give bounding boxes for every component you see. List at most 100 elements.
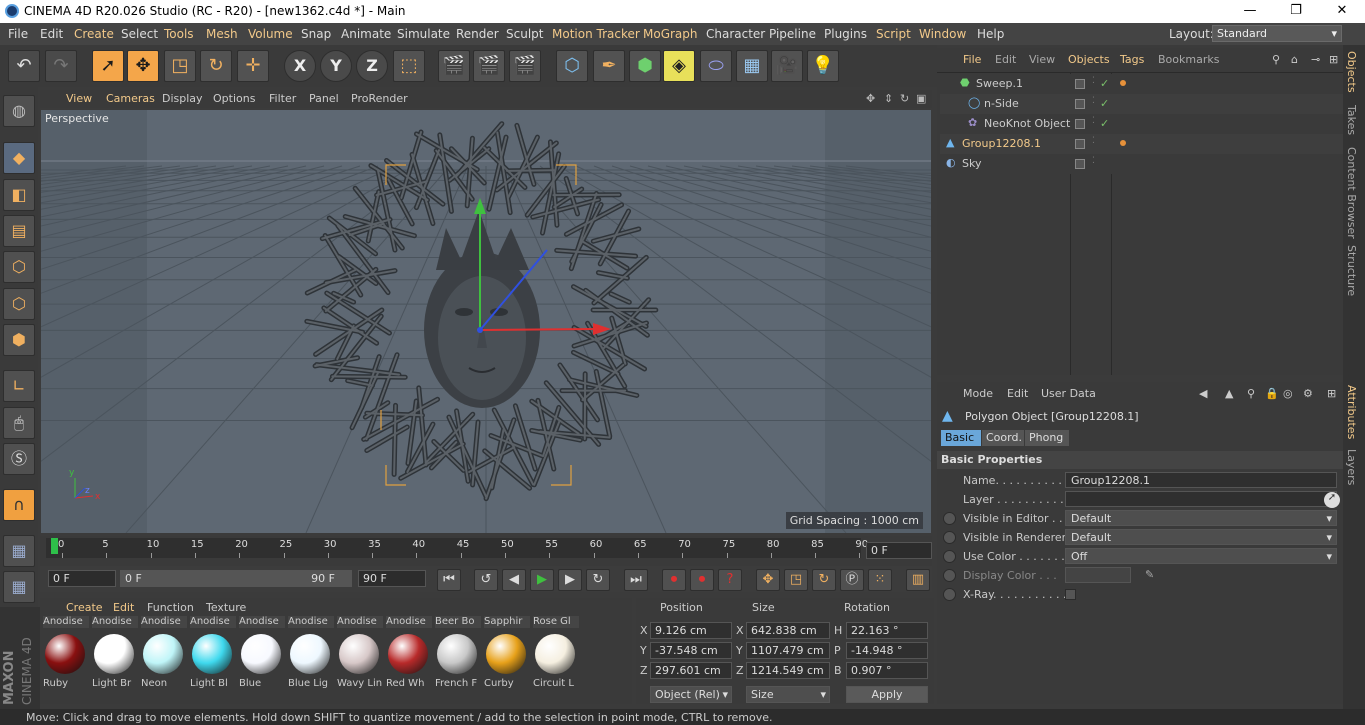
object-row[interactable]: ◯ n-Side ⁚ ✓ [940,94,1343,114]
menu-pipeline[interactable]: Pipeline [769,27,816,41]
coord-rotation-field[interactable]: 0.907 ° [846,662,928,679]
texture-mode-button[interactable]: ◧ [3,179,35,211]
coord-mode-select[interactable]: Object (Rel) ▾ [650,686,732,703]
rtab-structure[interactable]: Structure [1345,245,1358,296]
layer-pick-icon[interactable]: ➚ [1324,492,1340,508]
key-scale-button[interactable]: ◳ [784,569,808,591]
close-button[interactable]: ✕ [1319,0,1365,23]
cube-primitive-button[interactable]: ⬡ [556,50,588,82]
viewport-menu-prorender[interactable]: ProRender [351,92,408,105]
timeline-ruler[interactable]: 0 5 10 15 20 25 30 35 40 45 50 55 60 65 70 75 80 85 90 0 F [40,536,932,566]
visibility-dots-icon[interactable]: ⁚ [1092,156,1095,166]
mat-menu-texture[interactable]: Texture [206,601,246,614]
deformer-button[interactable]: ⬭ [700,50,732,82]
solo-button[interactable]: Ⓢ [3,443,35,475]
material-swatch[interactable]: Anodise Blue Lig [287,616,334,694]
object-name[interactable]: NeoKnot Object [984,117,1070,130]
obj-menu-edit[interactable]: Edit [995,53,1016,66]
layer-swatch[interactable] [1075,159,1085,169]
target-icon[interactable]: ◎ [1283,387,1293,400]
current-frame-field[interactable]: 0 F [866,542,932,559]
obj-menu-tags[interactable]: Tags [1120,53,1144,66]
planar-workplane-button[interactable]: ▦ [3,571,35,603]
visibility-dots-icon[interactable]: ⁚ [1092,96,1095,106]
rtab-layers[interactable]: Layers [1345,449,1358,485]
scale-tool-button[interactable]: ◳ [164,50,196,82]
snapping-button[interactable]: ∩ [3,489,35,521]
material-swatch[interactable]: Rose Gl Circuit L [532,616,579,694]
search-icon[interactable]: ⚲ [1272,53,1280,66]
object-row[interactable]: ✿ NeoKnot Object ⁚ ✓ [940,114,1343,134]
go-to-end-button[interactable]: ⏭ [624,569,648,591]
3d-viewport[interactable]: Perspective y z x Grid Spacing : 1000 cm [41,110,931,533]
play-button[interactable]: ▶ [530,569,554,591]
maximize-button[interactable]: ❐ [1273,0,1319,23]
prop-value-field[interactable] [1065,491,1337,507]
obj-menu-objects[interactable]: Objects [1068,53,1110,66]
new-panel-icon[interactable]: ⊞ [1329,53,1338,66]
redo-button[interactable]: ↷ [45,50,77,82]
menu-window[interactable]: Window [919,27,966,41]
layer-swatch[interactable] [1075,79,1085,89]
rtab-takes[interactable]: Takes [1345,105,1358,135]
attr-menu-mode[interactable]: Mode [963,387,993,400]
visibility-dots-icon[interactable]: ⁚ [1092,116,1095,126]
menu-character[interactable]: Character [706,27,765,41]
start-frame-field[interactable]: 0 F [48,570,116,587]
coord-position-field[interactable]: 9.126 cm [650,622,732,639]
key-rotation-button[interactable]: ↻ [812,569,836,591]
object-name[interactable]: n-Side [984,97,1019,110]
new-panel-icon[interactable]: ⊞ [1327,387,1336,400]
tweak-mode-button[interactable]: 🖱 [3,407,35,439]
home-icon[interactable]: ⌂ [1291,53,1298,66]
eyedropper-icon[interactable]: ✎ [1145,568,1154,581]
object-name[interactable]: Group12208.1 [962,137,1041,150]
key-pla-button[interactable]: ⁙ [868,569,892,591]
menu-file[interactable]: File [8,27,28,41]
timeline-window-button[interactable]: ▥ [906,569,930,591]
points-mode-button[interactable]: ⬡ [3,251,35,283]
subtab-basic[interactable]: Basic [941,430,981,446]
coord-position-field[interactable]: -37.548 cm [650,642,732,659]
enabled-check-icon[interactable]: ✓ [1100,117,1109,130]
x-axis-lock-button[interactable]: X [284,50,316,82]
go-to-start-button[interactable]: ⏮ [437,569,461,591]
enabled-check-icon[interactable]: ✓ [1100,77,1109,90]
material-swatch[interactable]: Anodise Ruby [42,616,89,694]
polygons-mode-button[interactable]: ⬢ [3,324,35,356]
object-row[interactable]: ⬣ Sweep.1 ⁚ ✓ [940,74,1343,94]
viewport-menu-filter[interactable]: Filter [269,92,296,105]
settings-icon[interactable]: ⚙ [1303,387,1313,400]
coord-size-field[interactable]: 1107.479 cm [746,642,830,659]
end-frame-field[interactable]: 90 F [358,570,426,587]
menu-help[interactable]: Help [977,27,1004,41]
menu-create[interactable]: Create [74,27,114,41]
subtab-coord[interactable]: Coord. [982,430,1024,446]
material-swatch[interactable]: Anodise Red Wh [385,616,432,694]
animate-radio-icon[interactable] [943,588,956,601]
rtab-attributes[interactable]: Attributes [1345,385,1358,439]
record-active-button[interactable]: ⏺ [662,569,686,591]
layer-swatch[interactable] [1075,139,1085,149]
obj-menu-bookmarks[interactable]: Bookmarks [1158,53,1219,66]
menu-snap[interactable]: Snap [301,27,331,41]
coord-rotation-field[interactable]: 22.163 ° [846,622,928,639]
apply-button[interactable]: Apply [846,686,928,703]
live-selection-button[interactable]: ➚ [92,50,124,82]
last-tool-button[interactable]: ✛ [237,50,269,82]
viewport-menu-options[interactable]: Options [213,92,255,105]
menu-motion-tracker[interactable]: Motion Tracker [552,27,640,41]
object-row[interactable]: ▲ Group12208.1 ⁚ [940,134,1343,154]
menu-simulate[interactable]: Simulate [397,27,450,41]
keyframe-selection-button[interactable]: ? [718,569,742,591]
viewport-nav-zoom-icon[interactable]: ⇕ [884,92,893,105]
timeline-track[interactable] [46,538,861,558]
tag-icon[interactable] [1120,80,1126,86]
make-editable-button[interactable]: ◍ [3,95,35,127]
material-swatch[interactable]: Anodise Light Bl [189,616,236,694]
key-position-button[interactable]: ✥ [756,569,780,591]
menu-sculpt[interactable]: Sculpt [506,27,543,41]
render-view-button[interactable]: 🎬 [438,50,470,82]
subtab-phong[interactable]: Phong [1025,430,1069,446]
coord-size-field[interactable]: 642.838 cm [746,622,830,639]
